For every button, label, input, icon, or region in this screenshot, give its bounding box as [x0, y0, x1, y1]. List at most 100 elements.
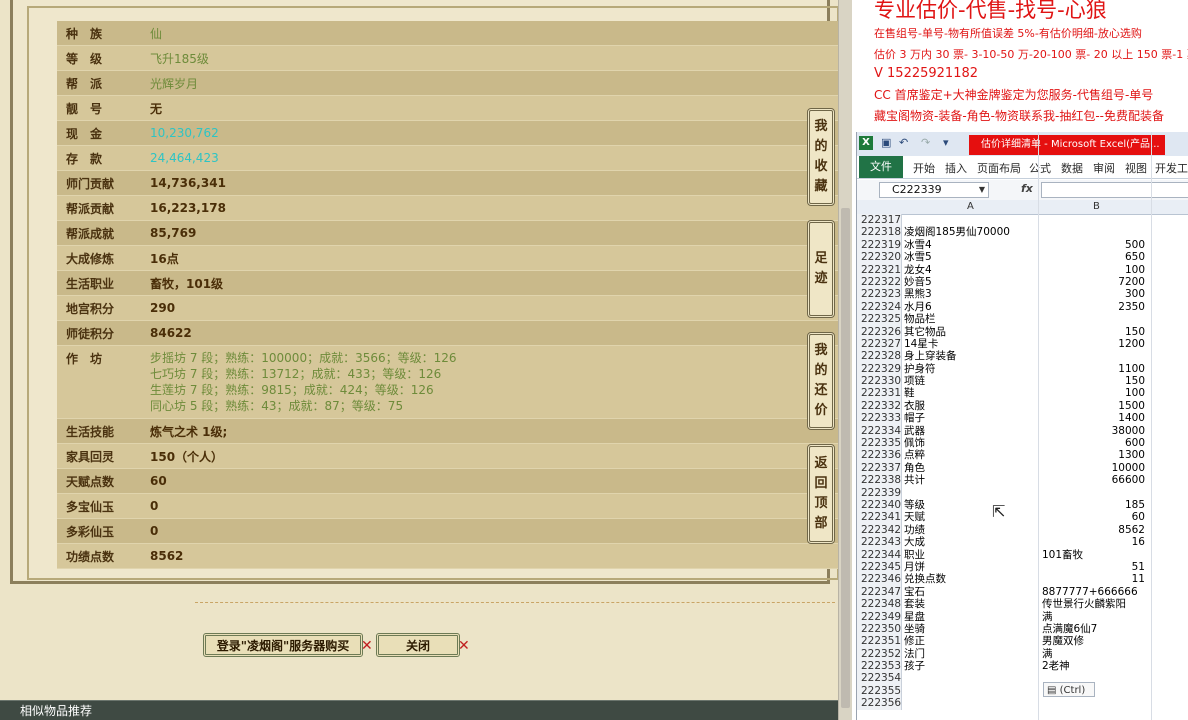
cell-b[interactable]: 1400: [1039, 412, 1149, 424]
cell-b[interactable]: 点满魔6仙7: [1042, 623, 1097, 635]
sheet-row[interactable]: 222334 武器 38000: [857, 424, 1188, 438]
cell-a[interactable]: 凌烟阁185男仙70000: [904, 226, 1038, 238]
sheet-row[interactable]: 222326 其它物品 150: [857, 325, 1188, 338]
row-number[interactable]: 222325: [857, 313, 902, 326]
sheet-row[interactable]: 222322 妙音5 7200: [857, 275, 1188, 289]
sheet-row[interactable]: 222341 天赋 60: [857, 511, 1188, 524]
cell-b[interactable]: 1100: [1039, 363, 1149, 375]
row-number[interactable]: 222344: [857, 548, 902, 561]
cell-a[interactable]: 鞋: [904, 387, 1038, 399]
row-number[interactable]: 222322: [857, 275, 902, 289]
sheet-row[interactable]: 222346 兑换点数 11: [857, 573, 1188, 586]
sheet-row[interactable]: 222330 项链 150: [857, 375, 1188, 388]
cell-b[interactable]: 38000: [1039, 425, 1149, 437]
row-number[interactable]: 222321: [857, 263, 902, 276]
tab-developer[interactable]: 开发工具: [1155, 160, 1188, 176]
formula-input[interactable]: [1041, 182, 1188, 198]
sheet-row[interactable]: 222333 帽子 1400: [857, 412, 1188, 425]
cell-b[interactable]: 150: [1039, 326, 1149, 338]
cell-a[interactable]: 佩饰: [904, 437, 1038, 449]
row-number[interactable]: 222335: [857, 437, 902, 450]
row-number[interactable]: 222324: [857, 300, 902, 314]
cell-b[interactable]: 满: [1042, 648, 1053, 660]
cell-b[interactable]: 100: [1039, 387, 1149, 399]
tab-file[interactable]: 文件: [859, 156, 903, 178]
sheet-row[interactable]: 222336 点粹 1300: [857, 449, 1188, 462]
cell-b[interactable]: 51: [1039, 561, 1149, 573]
cell-b[interactable]: 10000: [1039, 462, 1149, 474]
cell-b[interactable]: 8562: [1039, 524, 1149, 536]
cell-a[interactable]: 14星卡: [904, 338, 1038, 350]
row-number[interactable]: 222349: [857, 610, 902, 623]
row-number[interactable]: 222319: [857, 238, 902, 252]
cell-b[interactable]: 185: [1039, 499, 1149, 511]
row-number[interactable]: 222326: [857, 325, 902, 338]
cell-a[interactable]: 黑熊3: [904, 288, 1038, 300]
row-number[interactable]: 222347: [857, 585, 902, 599]
cell-b[interactable]: 11: [1039, 573, 1149, 585]
row-number[interactable]: 222351: [857, 635, 902, 648]
back-to-top-button[interactable]: 返 回 顶 部: [807, 444, 835, 544]
row-number[interactable]: 222317: [857, 214, 902, 227]
row-number[interactable]: 222356: [857, 697, 902, 710]
cell-b[interactable]: 650: [1039, 251, 1149, 263]
tab-view[interactable]: 视图: [1125, 160, 1147, 176]
tab-insert[interactable]: 插入: [945, 160, 967, 176]
footprint-button[interactable]: 足 迹: [807, 220, 835, 318]
row-number[interactable]: 222332: [857, 399, 902, 413]
cell-a[interactable]: 妙音5: [904, 276, 1038, 288]
sheet-row[interactable]: 222348 套装 传世景行火麟紫阳: [857, 598, 1188, 611]
tab-formulas[interactable]: 公式: [1029, 160, 1051, 176]
sheet-row[interactable]: 222328 身上穿装备: [857, 350, 1188, 363]
row-number[interactable]: 222320: [857, 251, 902, 264]
cell-a[interactable]: 套装: [904, 598, 1038, 610]
tab-page-layout[interactable]: 页面布局: [977, 160, 1021, 176]
paste-options-button[interactable]: ▤ (Ctrl): [1043, 682, 1095, 697]
cell-a[interactable]: 宝石: [904, 586, 1038, 598]
tab-home[interactable]: 开始: [913, 160, 935, 176]
row-number[interactable]: 222354: [857, 672, 902, 685]
cell-a[interactable]: 武器: [904, 425, 1038, 437]
cell-a[interactable]: 冰雪5: [904, 251, 1038, 263]
row-number[interactable]: 222327: [857, 337, 902, 351]
row-number[interactable]: 222334: [857, 424, 902, 438]
row-number[interactable]: 222352: [857, 647, 902, 661]
sheet-row[interactable]: 222350 坐骑 点满魔6仙7: [857, 622, 1188, 636]
cell-b[interactable]: 1500: [1039, 400, 1149, 412]
sheet-row[interactable]: 222351 修正 男魔双修: [857, 635, 1188, 648]
row-number[interactable]: 222346: [857, 573, 902, 586]
sheet-row[interactable]: 222338 共计 66600: [857, 474, 1188, 487]
sheet-row[interactable]: 222352 法门满: [857, 647, 1188, 661]
sheet-row[interactable]: 222321 龙女4 100: [857, 263, 1188, 276]
sheet-row[interactable]: 222332 衣服 1500: [857, 399, 1188, 413]
cell-a[interactable]: 其它物品: [904, 326, 1038, 338]
tab-review[interactable]: 审阅: [1093, 160, 1115, 176]
cell-b[interactable]: 1300: [1039, 449, 1149, 461]
sheet-row[interactable]: 222343 大成 16: [857, 536, 1188, 549]
cell-a[interactable]: 月饼: [904, 561, 1038, 573]
sheet-row[interactable]: 222324 水月6 2350: [857, 300, 1188, 314]
close-button[interactable]: 关闭: [376, 633, 460, 657]
cell-a[interactable]: 职业: [904, 549, 1038, 561]
cell-a[interactable]: 水月6: [904, 301, 1038, 313]
sheet-row[interactable]: 222320 冰雪5 650: [857, 251, 1188, 264]
row-number[interactable]: 222345: [857, 560, 902, 574]
sheet-row[interactable]: 222354: [857, 672, 1188, 685]
cell-b[interactable]: 1200: [1039, 338, 1149, 350]
page-scrollbar[interactable]: [838, 0, 852, 720]
save-icon[interactable]: ▣: [881, 136, 891, 149]
cell-b[interactable]: 300: [1039, 288, 1149, 300]
sheet-row[interactable]: 222331 鞋 100: [857, 387, 1188, 400]
sheet-row[interactable]: 222340 等级 185: [857, 498, 1188, 512]
cell-b[interactable]: 男魔双修: [1042, 635, 1084, 647]
cell-a[interactable]: 等级: [904, 499, 1038, 511]
sheet-row[interactable]: 222329 护身符 1100: [857, 362, 1188, 376]
column-header-b[interactable]: B: [1093, 201, 1100, 212]
row-number[interactable]: 222337: [857, 461, 902, 475]
sheet-row[interactable]: 222345 月饼 51: [857, 560, 1188, 574]
sheet-row[interactable]: 222353 孩子 2老神: [857, 660, 1188, 673]
cell-b[interactable]: 101畜牧: [1042, 549, 1083, 561]
sheet-row[interactable]: 222319 冰雪4 500: [857, 238, 1188, 252]
sheet-row[interactable]: 222355: [857, 684, 1188, 698]
cell-a[interactable]: 冰雪4: [904, 239, 1038, 251]
